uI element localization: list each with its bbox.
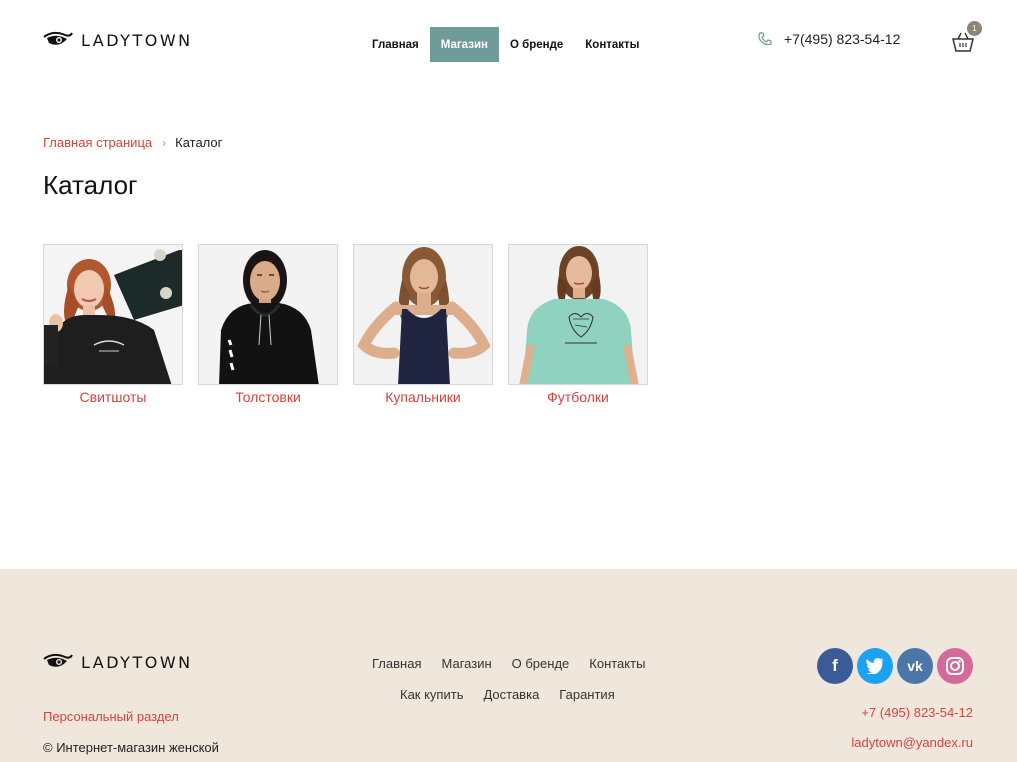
tshirt-photo[interactable] xyxy=(508,244,648,385)
logo-text: LADYTOWN xyxy=(81,652,193,672)
footer-link-shop[interactable]: Магазин xyxy=(441,656,491,671)
footer-nav-primary: Главная Магазин О бренде Контакты xyxy=(372,656,645,671)
eye-logo-icon xyxy=(43,653,73,667)
footer-link-home[interactable]: Главная xyxy=(372,656,421,671)
hoodie-photo[interactable] xyxy=(198,244,338,385)
footer-link-contacts[interactable]: Контакты xyxy=(589,656,645,671)
social-links: f vk xyxy=(817,648,973,684)
phone-icon xyxy=(758,32,772,46)
footer-logo[interactable]: LADYTOWN xyxy=(43,651,193,673)
eye-logo-icon xyxy=(43,31,73,45)
catalog-label-sweatshirts[interactable]: Свитшоты xyxy=(43,389,183,405)
sweatshirt-photo[interactable] xyxy=(43,244,183,385)
page-title: Каталог xyxy=(43,170,138,200)
breadcrumb-home-link[interactable]: Главная страница xyxy=(43,135,152,150)
footer-link-how-to-buy[interactable]: Как купить xyxy=(400,687,463,702)
twitter-icon[interactable] xyxy=(857,648,893,684)
personal-section-link[interactable]: Персональный раздел xyxy=(43,709,179,724)
nav-item-contacts[interactable]: Контакты xyxy=(574,27,650,62)
footer-link-delivery[interactable]: Доставка xyxy=(483,687,539,702)
header-phone-number: +7(495) 823-54-12 xyxy=(784,31,901,47)
footer-phone[interactable]: +7 (495) 823-54-12 xyxy=(861,705,973,720)
chevron-right-icon: › xyxy=(162,135,167,150)
instagram-icon[interactable] xyxy=(937,648,973,684)
catalog-grid: Свитшоты Толстовки Купальники Футболки xyxy=(43,244,648,405)
catalog-label-tshirts[interactable]: Футболки xyxy=(508,389,648,405)
nav-item-shop[interactable]: Магазин xyxy=(429,27,499,62)
nav-item-home[interactable]: Главная xyxy=(361,27,430,62)
copyright-text: © Интернет-магазин женской xyxy=(43,740,219,755)
breadcrumb-current: Каталог xyxy=(175,135,223,150)
logo-text: LADYTOWN xyxy=(81,30,193,50)
header-phone[interactable]: +7(495) 823-54-12 xyxy=(757,31,900,47)
catalog-card-swimsuits[interactable]: Купальники xyxy=(353,244,493,405)
footer-link-about[interactable]: О бренде xyxy=(512,656,570,671)
footer-link-warranty[interactable]: Гарантия xyxy=(559,687,614,702)
footer-email[interactable]: ladytown@yandex.ru xyxy=(851,735,973,750)
footer-nav-secondary: Как купить Доставка Гарантия xyxy=(400,687,615,702)
facebook-icon[interactable]: f xyxy=(817,648,853,684)
catalog-card-hoodies[interactable]: Толстовки xyxy=(198,244,338,405)
vk-icon[interactable]: vk xyxy=(897,648,933,684)
catalog-card-tshirts[interactable]: Футболки xyxy=(508,244,648,405)
catalog-label-swimsuits[interactable]: Купальники xyxy=(353,389,493,405)
cart-button[interactable]: 1 xyxy=(951,21,982,56)
header-logo[interactable]: LADYTOWN xyxy=(43,29,193,51)
breadcrumb: Главная страница › Каталог xyxy=(43,135,222,150)
site-footer: LADYTOWN Главная Магазин О бренде Контак… xyxy=(0,569,1017,762)
swimsuit-photo[interactable] xyxy=(353,244,493,385)
catalog-card-sweatshirts[interactable]: Свитшоты xyxy=(43,244,183,405)
cart-count-badge: 1 xyxy=(967,21,982,36)
site-header: LADYTOWN Главная Магазин О бренде Контак… xyxy=(0,0,1017,80)
main-nav: Главная Магазин О бренде Контакты xyxy=(361,27,651,62)
nav-item-about[interactable]: О бренде xyxy=(499,27,574,62)
catalog-label-hoodies[interactable]: Толстовки xyxy=(198,389,338,405)
